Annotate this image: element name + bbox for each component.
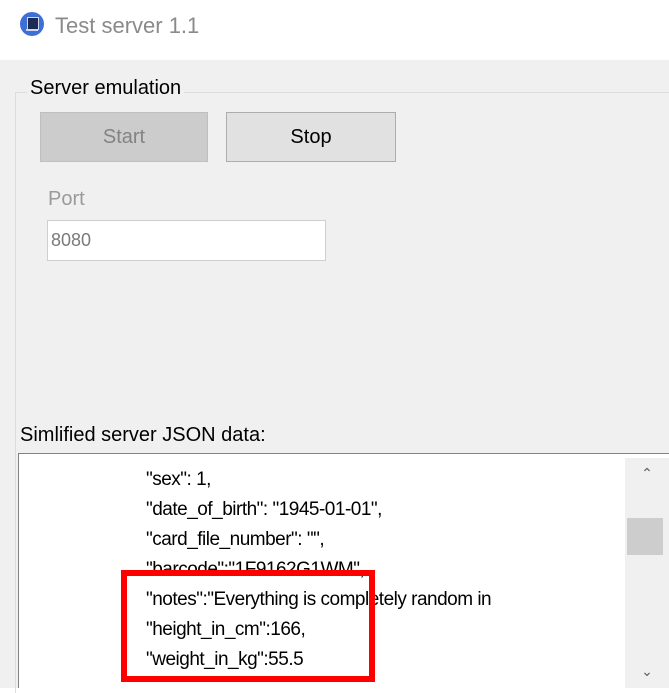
json-line: "notes":"Everything is completely random… xyxy=(146,589,492,610)
server-app-icon xyxy=(20,12,44,36)
title-bar: Test server 1.1 xyxy=(0,0,669,60)
server-emulation-label: Server emulation xyxy=(27,77,185,100)
json-line: "card_file_number": "", xyxy=(146,529,325,550)
json-lines: "sex": 1, "date_of_birth": "1945-01-01",… xyxy=(146,465,492,675)
json-line: "date_of_birth": "1945-01-01", xyxy=(146,499,382,520)
scroll-up-icon[interactable]: ⌃ xyxy=(625,458,669,488)
json-data-label: Simlified server JSON data: xyxy=(20,424,266,446)
json-line: "sex": 1, xyxy=(146,469,211,490)
start-button[interactable]: Start xyxy=(40,112,208,162)
json-data-textarea[interactable]: "sex": 1, "date_of_birth": "1945-01-01",… xyxy=(18,453,669,688)
stop-button[interactable]: Stop xyxy=(226,112,396,162)
port-label: Port xyxy=(48,188,85,210)
json-line: "height_in_cm":166, xyxy=(146,619,306,640)
json-scrollbar[interactable]: ⌃ ⌄ xyxy=(625,458,669,688)
json-line: "barcode":"1F9162G1WM", xyxy=(146,559,365,580)
port-input[interactable]: 8080 xyxy=(47,220,326,261)
window-title: Test server 1.1 xyxy=(55,13,200,38)
scroll-thumb[interactable] xyxy=(627,518,663,555)
json-line: "weight_in_kg":55.5 xyxy=(146,649,304,670)
scroll-down-icon[interactable]: ⌄ xyxy=(625,656,669,686)
main-panel: Server emulation Start Stop Port 8080 Si… xyxy=(0,60,669,693)
